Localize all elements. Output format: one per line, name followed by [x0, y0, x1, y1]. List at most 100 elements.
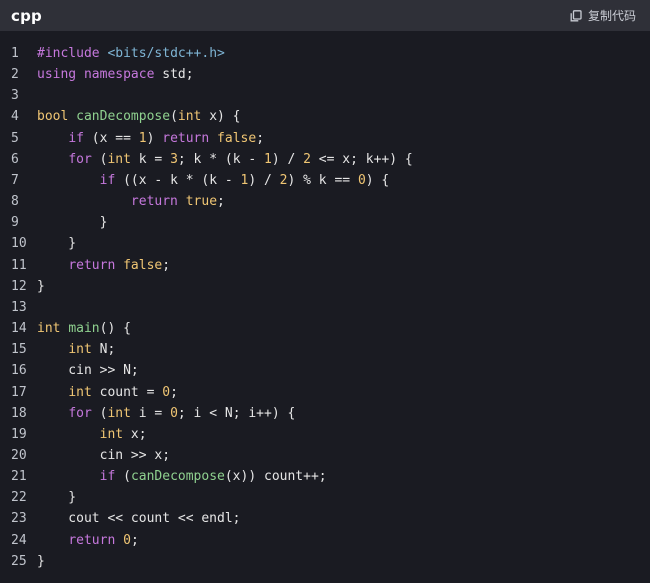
- code-text: cout << count << endl;: [37, 508, 241, 529]
- line-number: 10: [11, 236, 27, 252]
- code-token: for: [68, 405, 92, 421]
- code-token: }: [37, 490, 77, 506]
- line-number: 2: [11, 67, 19, 83]
- code-token: ;: [256, 130, 265, 146]
- code-text: return true;: [37, 191, 225, 212]
- code-text: }: [37, 276, 45, 297]
- code-token: ;: [170, 384, 178, 400]
- language-label: cpp: [11, 6, 42, 25]
- line-number: 21: [11, 469, 27, 485]
- code-token: (: [91, 151, 108, 167]
- code-line: 24 return 0;: [0, 530, 650, 551]
- line-number: 17: [11, 384, 27, 400]
- code-token: x) {: [201, 109, 241, 125]
- code-token: if: [99, 469, 116, 485]
- code-line: 3: [0, 85, 650, 106]
- code-text: cin >> N;: [37, 360, 138, 381]
- code-text: }: [37, 487, 76, 508]
- copy-code-button[interactable]: 复制代码: [570, 7, 636, 24]
- code-token: k =: [130, 151, 171, 167]
- code-text: for (int i = 0; i < N; i++) {: [37, 403, 295, 424]
- code-token: ;: [130, 532, 139, 548]
- code-token: 0: [162, 384, 171, 400]
- line-number: 25: [11, 553, 27, 569]
- code-token: (x)) count++;: [224, 469, 327, 485]
- code-line: 12}: [0, 276, 650, 297]
- code-token: 3: [170, 151, 178, 167]
- code-line: 2 using namespace std;: [0, 64, 650, 85]
- code-token: ) % k ==: [287, 172, 358, 188]
- copy-code-label: 复制代码: [587, 9, 636, 23]
- code-token: (x ==: [83, 130, 139, 146]
- code-token: canDecompose: [130, 469, 225, 485]
- line-number: 23: [11, 511, 27, 527]
- code-token: 1: [264, 151, 272, 167]
- code-text: int N;: [37, 339, 115, 360]
- code-token: using: [37, 67, 77, 83]
- code-token: 0: [170, 405, 178, 421]
- code-token: int: [68, 384, 92, 400]
- code-token: i =: [130, 405, 171, 421]
- line-number: 18: [11, 405, 27, 421]
- code-token: ;: [217, 194, 225, 210]
- code-line: 22 }: [0, 487, 650, 508]
- code-line: 8 return true;: [0, 191, 650, 212]
- code-token: 0: [123, 532, 131, 548]
- code-token: ) /: [271, 151, 304, 167]
- code-text: #include <bits/stdc++.h>: [37, 43, 225, 64]
- code-token: int: [68, 342, 92, 358]
- code-line: 19 int x;: [0, 424, 650, 445]
- code-token: #include: [37, 46, 108, 61]
- line-number: 5: [11, 130, 19, 146]
- code-text: return 0;: [37, 530, 139, 551]
- code-token: cout << count << endl;: [37, 511, 241, 527]
- code-text: int main() {: [37, 318, 131, 339]
- code-token: int: [107, 405, 131, 421]
- code-token: return: [162, 130, 210, 146]
- code-text: using namespace std;: [37, 64, 194, 85]
- code-token: 2: [303, 151, 311, 167]
- code-line: 9 }: [0, 212, 650, 233]
- code-text: if ((x - k * (k - 1) / 2) % k == 0) {: [37, 170, 390, 191]
- code-line: 17 int count = 0;: [0, 382, 650, 403]
- code-line: 25}: [0, 551, 650, 572]
- code-text: if (x == 1) return false;: [37, 128, 264, 149]
- code-token: }: [37, 553, 45, 569]
- line-number: 19: [11, 426, 27, 442]
- line-number: 12: [11, 278, 27, 294]
- line-number: 15: [11, 342, 27, 358]
- code-token: false: [217, 130, 257, 146]
- code-token: int: [177, 109, 202, 125]
- code-line: 23 cout << count << endl;: [0, 508, 650, 529]
- code-lines[interactable]: 1 #include <bits/stdc++.h> 2 using namespac…: [0, 43, 650, 572]
- line-number: 11: [11, 257, 27, 273]
- copy-icon: [570, 9, 582, 22]
- code-line: 13: [0, 297, 650, 318]
- code-line: 7 if ((x - k * (k - 1) / 2) % k == 0) {: [0, 170, 650, 191]
- code-token: (: [115, 469, 131, 485]
- code-line: 1 #include <bits/stdc++.h>: [0, 43, 650, 64]
- code-token: return: [130, 194, 178, 210]
- code-token: count =: [91, 384, 163, 400]
- code-text: cin >> x;: [37, 445, 170, 466]
- code-token: namespace: [83, 67, 155, 83]
- line-number: 9: [11, 215, 19, 231]
- code-text: int x;: [37, 424, 147, 445]
- code-token: }: [37, 278, 45, 294]
- code-token: ;: [162, 257, 171, 273]
- code-token: ((x - k * (k -: [115, 172, 241, 188]
- line-number: 14: [11, 321, 27, 337]
- code-text: return false;: [37, 255, 170, 276]
